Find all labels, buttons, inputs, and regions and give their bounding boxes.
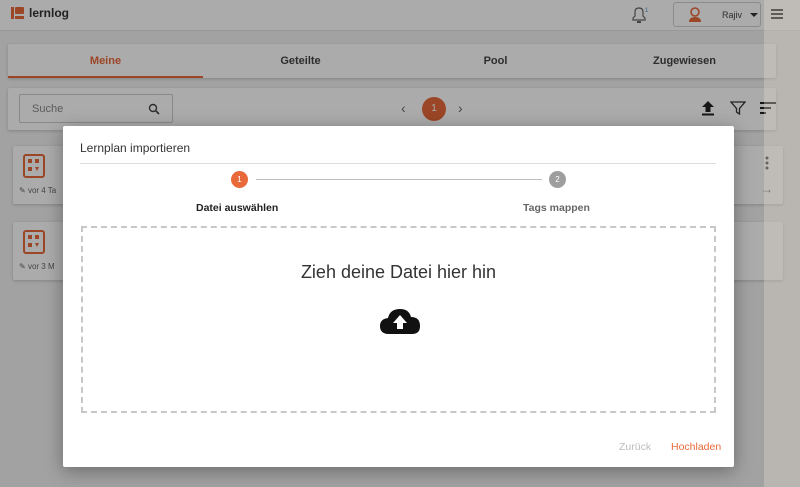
scrollbar-track[interactable] — [764, 0, 800, 487]
cloud-upload-icon — [380, 309, 420, 334]
step-2-label: Tags mappen — [523, 202, 590, 214]
dialog-title: Lernplan importieren — [80, 141, 191, 155]
step-2-indicator[interactable]: 2 — [549, 171, 566, 188]
import-dialog: Lernplan importieren 1 2 Datei auswählen… — [63, 126, 734, 467]
step-1-indicator[interactable]: 1 — [231, 171, 248, 188]
file-dropzone[interactable]: Zieh deine Datei hier hin — [81, 226, 716, 413]
dropzone-text: Zieh deine Datei hier hin — [300, 262, 497, 282]
upload-button[interactable]: Hochladen — [671, 441, 721, 453]
stepper-connector — [256, 179, 542, 180]
divider — [80, 163, 716, 164]
step-1-label: Datei auswählen — [196, 202, 279, 214]
back-button[interactable]: Zurück — [619, 441, 651, 453]
